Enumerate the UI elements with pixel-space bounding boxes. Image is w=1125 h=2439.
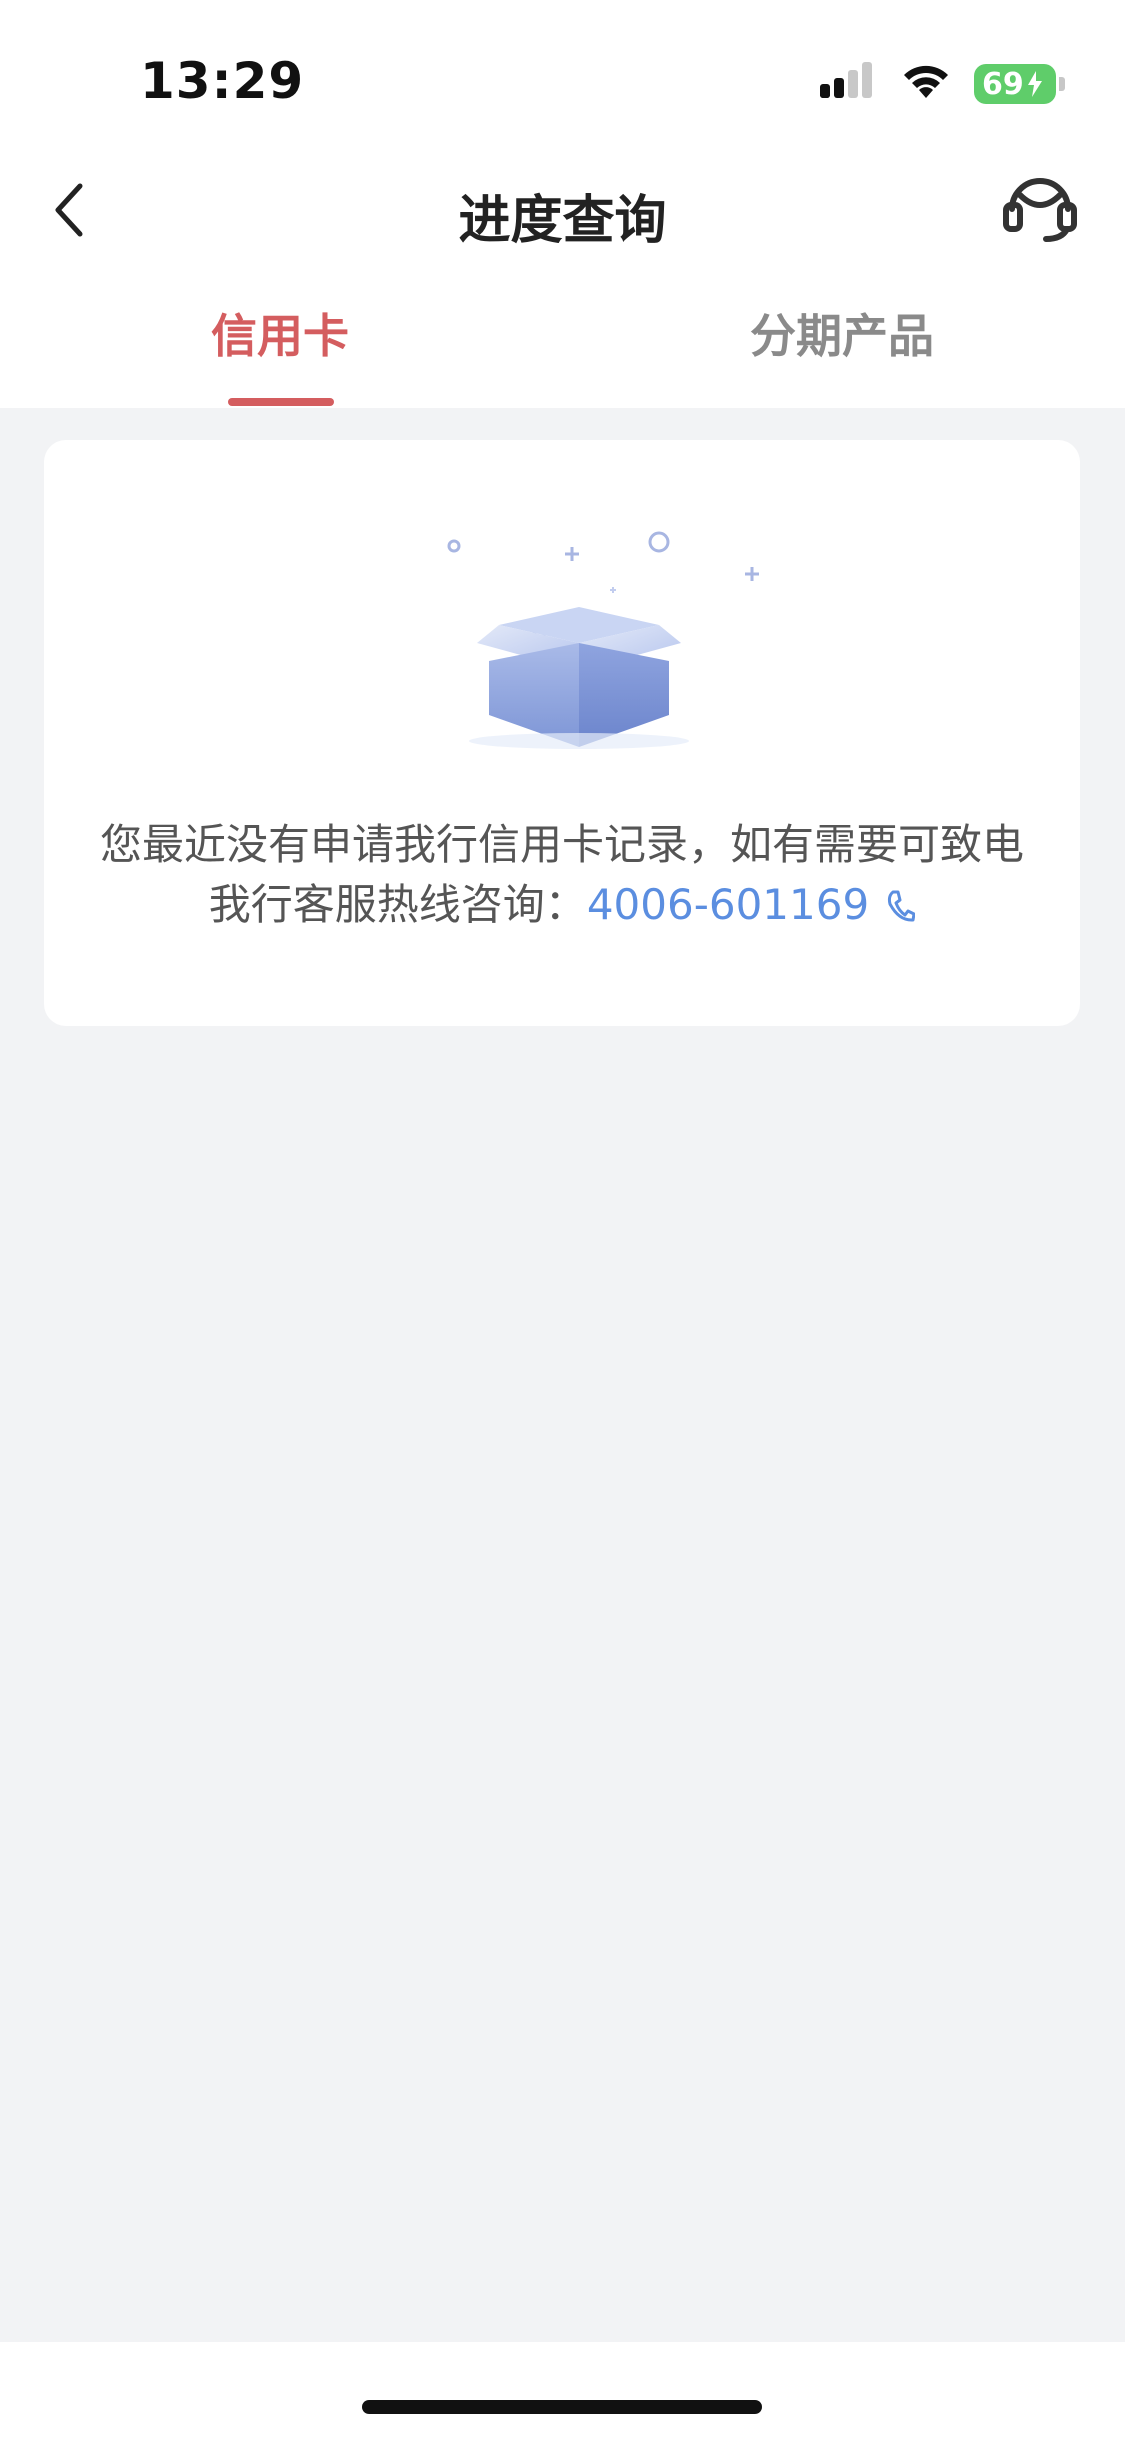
home-indicator[interactable] — [362, 2400, 762, 2414]
message-line-2: 我行客服热线咨询：4006-601169 — [74, 875, 1050, 938]
tab-bar: 信用卡 分期产品 — [0, 270, 1125, 408]
status-time: 13:29 — [140, 52, 305, 110]
tab-credit-card[interactable]: 信用卡 — [80, 300, 480, 366]
tab-installment-products[interactable]: 分期产品 — [642, 300, 1042, 366]
signal-icon — [820, 62, 878, 106]
customer-service-button[interactable] — [985, 150, 1095, 260]
battery-icon: 69 — [974, 64, 1065, 104]
headset-icon — [1003, 178, 1077, 242]
active-tab-indicator — [228, 398, 334, 406]
message-line-2-prefix: 我行客服热线咨询： — [208, 880, 587, 929]
page-title: 进度查询 — [458, 191, 667, 251]
bottom-safe-area — [0, 2342, 1125, 2439]
nav-bar: 进度查询 — [0, 150, 1125, 270]
empty-box-icon — [447, 531, 759, 749]
battery-level: 69 — [974, 64, 1056, 104]
empty-state-card: 您最近没有申请我行信用卡记录，如有需要可致电 我行客服热线咨询：4006-601… — [44, 440, 1080, 1026]
hotline-number-link[interactable]: 4006-601169 — [587, 880, 869, 929]
phone-icon[interactable] — [887, 878, 916, 938]
wifi-icon — [900, 62, 952, 106]
status-icons: 69 — [820, 60, 1065, 108]
battery-text: 69 — [982, 66, 1024, 102]
message-line-1: 您最近没有申请我行信用卡记录，如有需要可致电 — [99, 820, 1024, 869]
empty-state-message: 您最近没有申请我行信用卡记录，如有需要可致电 我行客服热线咨询：4006-601… — [74, 815, 1050, 938]
status-bar: 13:29 69 — [0, 0, 1125, 150]
